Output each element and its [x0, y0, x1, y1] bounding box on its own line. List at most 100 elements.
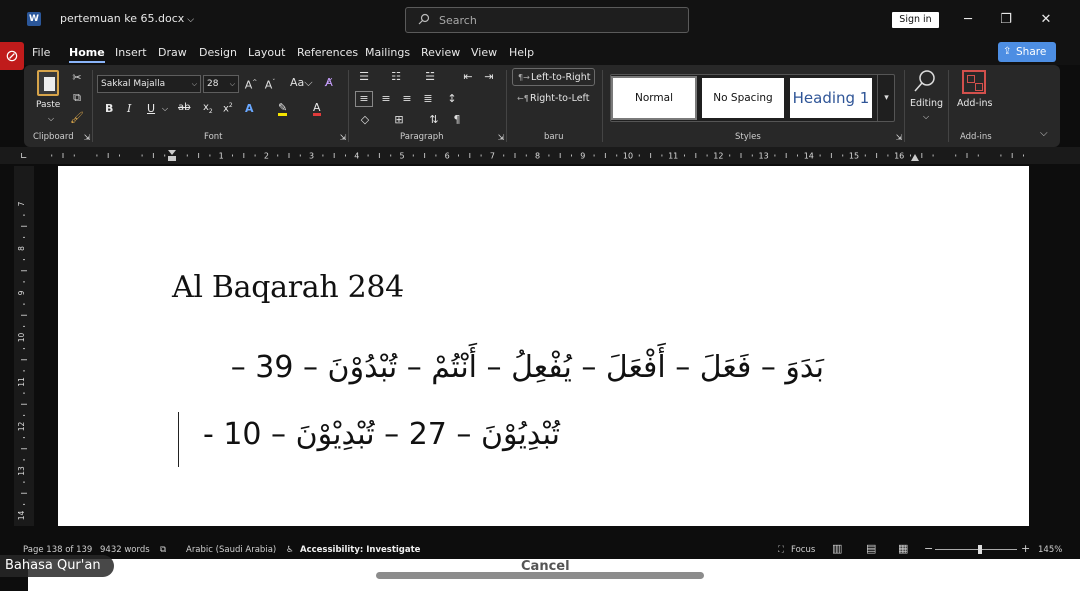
font-color-icon[interactable]: A	[313, 102, 321, 116]
minimize-icon[interactable]: ─	[958, 10, 978, 30]
tab-help[interactable]: Help	[509, 46, 534, 59]
bold-icon[interactable]: B	[105, 102, 113, 115]
style-heading-1[interactable]: Heading 1	[790, 78, 872, 118]
line-spacing-icon[interactable]: ↕	[445, 92, 459, 106]
align-right-icon[interactable]: ≡	[400, 92, 414, 106]
font-size-select[interactable]: 28 ⌵	[203, 75, 239, 93]
tab-stop-selector-icon[interactable]: ∟	[20, 152, 28, 162]
accessibility-icon: ♿	[286, 545, 294, 555]
style-no-spacing[interactable]: No Spacing	[702, 78, 784, 118]
chevron-down-icon[interactable]: ⌵	[162, 104, 168, 114]
tab-home[interactable]: Home	[69, 46, 105, 63]
vertical-ruler[interactable]: 7 8 9 10 11 12 13 14	[14, 166, 34, 526]
tab-view[interactable]: View	[471, 46, 497, 59]
read-mode-icon[interactable]: ▥	[832, 542, 842, 555]
text-effects-icon[interactable]: A	[245, 102, 254, 115]
styles-more-icon[interactable]: ▾	[877, 74, 895, 122]
tab-mailings[interactable]: Mailings	[365, 46, 410, 59]
paste-button-label[interactable]: Paste	[36, 100, 60, 110]
format-painter-icon[interactable]: 🖌	[70, 111, 84, 125]
tab-draw[interactable]: Draw	[158, 46, 187, 59]
language-indicator[interactable]: Arabic (Saudi Arabia)	[186, 545, 276, 555]
editing-button[interactable]: Editing	[910, 98, 943, 109]
tab-layout[interactable]: Layout	[248, 46, 285, 59]
divider	[948, 70, 949, 142]
paste-dropdown-icon[interactable]: ⌵	[44, 112, 58, 126]
ruler-number: 15	[849, 152, 859, 161]
close-icon[interactable]: ✕	[1036, 10, 1056, 30]
add-ins-icon[interactable]	[962, 70, 986, 94]
tab-references[interactable]: References	[297, 46, 358, 59]
horizontal-scrollbar[interactable]	[376, 572, 704, 579]
right-to-left-button[interactable]: ←¶ Right-to-Left	[512, 90, 595, 108]
justify-icon[interactable]: ≣	[421, 92, 435, 106]
proofing-icon[interactable]: ⧉	[160, 545, 166, 555]
align-left-icon[interactable]: ≡	[355, 91, 373, 107]
restore-icon[interactable]: ❐	[996, 10, 1016, 30]
grow-font-icon[interactable]: A^	[244, 76, 258, 92]
mic-muted-icon: ⊘	[0, 42, 24, 70]
add-ins-button[interactable]: Add-ins	[957, 98, 992, 109]
subscript-icon[interactable]: x2	[203, 102, 213, 115]
share-button[interactable]: ⇪Share ⌵	[998, 42, 1056, 78]
zoom-out-icon[interactable]: −	[924, 542, 933, 555]
web-layout-icon[interactable]: ▦	[898, 542, 908, 555]
zoom-slider[interactable]	[935, 549, 1017, 550]
style-normal[interactable]: Normal	[611, 76, 697, 120]
tab-file[interactable]: File	[32, 46, 50, 59]
italic-icon[interactable]: I	[127, 102, 131, 115]
font-size-value: 28	[207, 79, 219, 89]
document-title-button[interactable]: pertemuan ke 65.docx ⌵	[60, 12, 194, 25]
multilevel-list-icon[interactable]: ☱	[423, 70, 437, 84]
text-cursor	[178, 412, 179, 467]
chevron-down-icon: ⌵	[229, 80, 235, 88]
tab-review[interactable]: Review	[421, 46, 460, 59]
page-count[interactable]: Page 138 of 139	[23, 545, 92, 555]
document-heading[interactable]: Al Baqarah 284	[172, 270, 404, 305]
underline-icon[interactable]: U	[147, 102, 155, 115]
font-name-select[interactable]: Sakkal Majalla ⌵	[97, 75, 201, 93]
change-case-icon[interactable]: Aa⌵	[290, 76, 313, 90]
clear-formatting-icon[interactable]: A̸	[322, 76, 336, 90]
tab-design[interactable]: Design	[199, 46, 237, 59]
ruler-number: 13	[759, 152, 769, 161]
shading-icon[interactable]: ◇	[358, 113, 372, 127]
tab-insert[interactable]: Insert	[115, 46, 147, 59]
cut-icon[interactable]: ✂	[70, 71, 84, 85]
sort-icon[interactable]: ⇅	[427, 113, 441, 127]
paste-icon[interactable]	[37, 70, 59, 96]
collapse-ribbon-icon[interactable]: ⌵	[1040, 128, 1048, 139]
document-arabic-line-1[interactable]: بَدَوَ – فَعَلَ – أَفْعَلَ – يُفْعِلُ – …	[172, 350, 824, 385]
editing-search-icon[interactable]	[912, 68, 938, 94]
font-name-value: Sakkal Majalla	[101, 79, 166, 89]
copy-icon[interactable]: ⧉	[70, 91, 84, 105]
borders-icon[interactable]: ⊞	[392, 113, 406, 127]
zoom-level[interactable]: 145%	[1038, 545, 1062, 555]
bullets-icon[interactable]: ☰	[357, 70, 371, 84]
zoom-in-icon[interactable]: +	[1021, 542, 1030, 555]
ruler-number: 2	[264, 152, 269, 161]
sign-in-button[interactable]: Sign in	[892, 12, 939, 28]
strikethrough-icon[interactable]: ab	[178, 102, 190, 113]
left-to-right-button[interactable]: ¶→ Left-to-Right	[512, 68, 595, 86]
zoom-slider-thumb[interactable]	[978, 545, 982, 554]
print-layout-icon[interactable]: ▤	[866, 542, 876, 555]
show-formatting-marks-icon[interactable]: ¶	[450, 113, 464, 127]
focus-button[interactable]: Focus	[791, 545, 815, 555]
word-count[interactable]: 9432 words	[100, 545, 150, 555]
search-box[interactable]: Search	[405, 7, 689, 33]
shrink-font-icon[interactable]: Aˇ	[263, 76, 277, 92]
chevron-down-icon[interactable]: ⌵	[919, 110, 933, 124]
increase-indent-icon[interactable]: ⇥	[482, 70, 496, 84]
align-center-icon[interactable]: ≡	[379, 92, 393, 106]
horizontal-ruler[interactable]: 1 2 3 4 5 6 7 8 9 10 11 12 13 14 15 16	[38, 150, 1030, 161]
numbering-icon[interactable]: ☷	[389, 70, 403, 84]
accessibility-status[interactable]: Accessibility: Investigate	[300, 545, 420, 555]
decrease-indent-icon[interactable]: ⇤	[461, 70, 475, 84]
divider	[506, 70, 507, 142]
highlight-icon[interactable]: ✎	[278, 102, 288, 116]
document-arabic-line-2[interactable]: تُبْدِيُوْنَ – 27 – تُبْدِيْوْنَ – 10 -	[172, 417, 560, 452]
document-page[interactable]	[58, 166, 1029, 526]
ruler-number: 9	[580, 152, 585, 161]
superscript-icon[interactable]: x2	[223, 102, 233, 114]
